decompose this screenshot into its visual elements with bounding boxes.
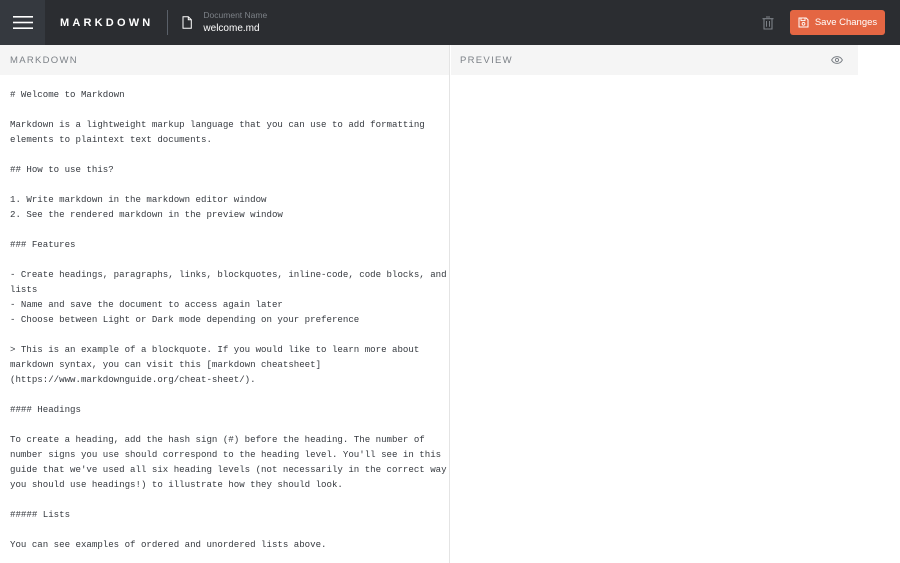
editor-line: markdown syntax, you can visit this [mar… (10, 359, 322, 370)
editor-line: you should use headings!) to illustrate … (10, 479, 343, 490)
save-changes-button[interactable]: Save Changes (790, 10, 885, 35)
delete-button[interactable] (760, 15, 776, 31)
trash-icon (762, 15, 774, 30)
editor-line: guide that we've used all six heading le… (10, 464, 447, 475)
menu-button[interactable] (0, 0, 45, 45)
editor-line: lists (10, 284, 38, 295)
preview-pane-title: PREVIEW (460, 54, 513, 66)
top-bar: MARKDOWN Document Name welcome.md Save C… (0, 0, 900, 45)
brand-logo: MARKDOWN (60, 16, 154, 29)
editor-line: - Name and save the document to access a… (10, 299, 283, 310)
document-name-label: Document Name (203, 10, 268, 20)
preview-toggle-button[interactable] (831, 54, 843, 66)
document-name-value[interactable]: welcome.md (203, 22, 267, 35)
preview-gutter (858, 45, 900, 563)
eye-icon (831, 56, 843, 64)
document-meta: Document Name welcome.md (203, 10, 267, 35)
editor-line: ## How to use this? (10, 164, 114, 175)
editor-line: ### Features (10, 239, 76, 250)
save-icon (798, 17, 809, 28)
editor-line: You can see examples of ordered and unor… (10, 539, 327, 550)
editor-line: Markdown is a lightweight markup languag… (10, 119, 425, 130)
editor-line: elements to plaintext text documents. (10, 134, 212, 145)
document-icon (182, 16, 194, 30)
preview-content (451, 75, 858, 563)
editor-line: (https://www.markdownguide.org/cheat-she… (10, 374, 256, 385)
markdown-pane-title: MARKDOWN (10, 54, 78, 66)
editor-line: 2. See the rendered markdown in the prev… (10, 209, 283, 220)
editor-line: # Welcome to Markdown (10, 89, 125, 100)
hamburger-icon (12, 16, 33, 29)
editor-line: > This is an example of a blockquote. If… (10, 344, 420, 355)
header-divider (167, 10, 169, 35)
preview-pane-header: PREVIEW (451, 45, 858, 75)
document-name-field[interactable]: Document Name welcome.md (182, 0, 267, 45)
editor-line: - Choose between Light or Dark mode depe… (10, 314, 360, 325)
markdown-editor[interactable]: # Welcome to Markdown Markdown is a light… (0, 75, 449, 563)
markdown-pane: MARKDOWN # Welcome to Markdown Markdown i… (0, 45, 450, 563)
editor-line: To create a heading, add the hash sign (… (10, 434, 425, 445)
editor-line: 1. Write markdown in the markdown editor… (10, 194, 267, 205)
preview-pane: PREVIEW (451, 45, 858, 563)
save-changes-label: Save Changes (814, 17, 878, 28)
editor-line: number signs you use should correspond t… (10, 449, 442, 460)
editor-line: #### Headings (10, 404, 81, 415)
editor-line: ##### Lists (10, 509, 71, 520)
markdown-pane-header: MARKDOWN (0, 45, 449, 75)
editor-line: - Create headings, paragraphs, links, bl… (10, 269, 447, 280)
